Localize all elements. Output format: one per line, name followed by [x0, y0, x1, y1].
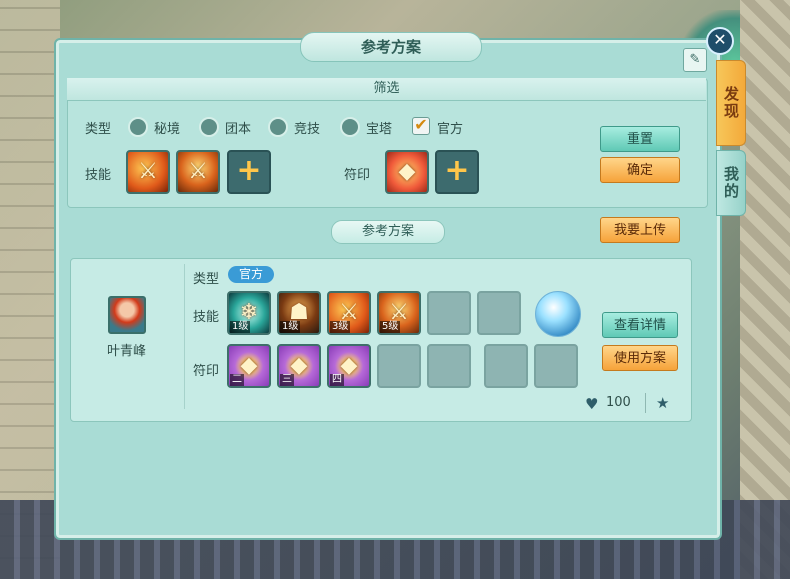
- plan-skill-slot[interactable]: ⚔ 5级: [377, 291, 421, 335]
- skill-level: 1级: [230, 321, 251, 333]
- skill-flame-icon: ⚔: [188, 159, 208, 184]
- plan-rune-slot[interactable]: ◆ 三: [277, 344, 321, 388]
- rune-label: 四: [330, 374, 344, 386]
- radio-type-0[interactable]: [128, 117, 148, 137]
- card-divider: [184, 264, 185, 409]
- close-icon[interactable]: ✕: [706, 27, 734, 55]
- plan-type-label: 类型: [193, 272, 220, 287]
- filter-header: 筛选: [67, 78, 706, 101]
- plan-rune-slot[interactable]: ◆ 二: [227, 344, 271, 388]
- skill-level: 5级: [380, 321, 401, 333]
- filter-type-label: 类型: [85, 122, 112, 137]
- type-option-label: 竞技: [294, 122, 321, 137]
- filter-skill-label: 技能: [85, 168, 112, 183]
- type-option-label: 团本: [225, 122, 252, 137]
- empty-rune-slot[interactable]: [534, 344, 578, 388]
- view-details-button[interactable]: 查看详情: [602, 312, 678, 338]
- skill-level: 3级: [330, 321, 351, 333]
- add-rune-button[interactable]: +: [435, 150, 479, 194]
- type-option-label: 官方: [437, 122, 464, 137]
- rune-label: 二: [230, 374, 244, 386]
- radio-type-2[interactable]: [268, 117, 288, 137]
- plan-skill-slot[interactable]: ☗ 1级: [277, 291, 321, 335]
- empty-rune-slot[interactable]: [377, 344, 421, 388]
- checkbox-type-official[interactable]: ✔: [412, 117, 430, 135]
- orb-icon[interactable]: [535, 291, 581, 337]
- heart-icon[interactable]: ♥: [585, 395, 598, 413]
- status-badge: 官方: [228, 266, 274, 283]
- rune-label: 三: [280, 374, 294, 386]
- empty-skill-slot[interactable]: [477, 291, 521, 335]
- plan-rune-label: 符印: [193, 364, 220, 379]
- character-name: 叶青峰: [107, 344, 147, 359]
- plan-skill-slot[interactable]: ⚔ 3级: [327, 291, 371, 335]
- type-option-label: 宝塔: [366, 122, 393, 137]
- filter-rune-slot[interactable]: ◆: [385, 150, 429, 194]
- radio-type-1[interactable]: [199, 117, 219, 137]
- add-skill-button[interactable]: +: [227, 150, 271, 194]
- empty-rune-slot[interactable]: [484, 344, 528, 388]
- empty-skill-slot[interactable]: [427, 291, 471, 335]
- plan-card: [70, 258, 692, 422]
- filter-skill-slot[interactable]: ⚔: [126, 150, 170, 194]
- empty-rune-slot[interactable]: [427, 344, 471, 388]
- background-stone-wall: [0, 0, 60, 579]
- panel-title: 参考方案: [300, 32, 482, 62]
- edit-icon[interactable]: ✎: [683, 48, 707, 72]
- filter-rune-label: 符印: [344, 168, 371, 183]
- use-plan-button[interactable]: 使用方案: [602, 345, 678, 371]
- rune-gold-icon: ◆: [398, 159, 416, 184]
- divider: [645, 393, 646, 413]
- plan-rune-slot[interactable]: ◆ 四: [327, 344, 371, 388]
- like-count: 100: [606, 395, 631, 410]
- avatar[interactable]: [108, 296, 146, 334]
- skill-level: 1级: [280, 321, 301, 333]
- confirm-button[interactable]: 确定: [600, 157, 680, 183]
- radio-type-3[interactable]: [340, 117, 360, 137]
- plan-skill-label: 技能: [193, 310, 220, 325]
- filter-skill-slot[interactable]: ⚔: [176, 150, 220, 194]
- tab-mine[interactable]: 我的: [716, 150, 746, 216]
- upload-button[interactable]: 我要上传: [600, 217, 680, 243]
- section-title: 参考方案: [331, 220, 445, 244]
- type-option-label: 秘境: [154, 122, 181, 137]
- skill-flame-icon: ⚔: [138, 159, 158, 184]
- tab-discover[interactable]: 发现: [716, 60, 746, 146]
- background-courtyard: [740, 0, 790, 579]
- star-icon[interactable]: ★: [656, 394, 669, 412]
- reset-button[interactable]: 重置: [600, 126, 680, 152]
- plan-skill-slot[interactable]: ❄ 1级: [227, 291, 271, 335]
